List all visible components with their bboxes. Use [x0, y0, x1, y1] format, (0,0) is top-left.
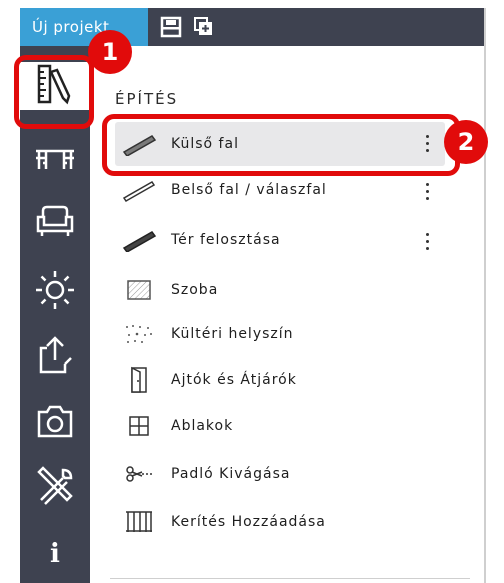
furniture-icon — [33, 141, 77, 179]
tab-furniture[interactable] — [20, 136, 90, 184]
panel-border — [484, 8, 486, 583]
item-label: Ajtók és Átjárók — [171, 372, 297, 388]
tab-decor[interactable] — [20, 200, 90, 248]
camera-icon — [33, 402, 77, 446]
fence-icon — [119, 507, 159, 537]
item-label: Padló Kivágása — [171, 466, 291, 482]
section-title: ÉPÍTÉS — [115, 90, 179, 108]
sun-icon — [33, 268, 77, 316]
item-label: Ablakok — [171, 418, 234, 434]
floor-cut-icon — [119, 459, 159, 489]
copy-icon[interactable] — [192, 16, 214, 38]
space-divider-icon — [119, 225, 159, 255]
tools-icon — [33, 464, 77, 512]
list-item-outdoor[interactable]: Kültéri helyszín — [115, 312, 445, 356]
callout-box-2 — [102, 114, 460, 176]
sofa-icon — [33, 203, 77, 245]
list-item-space-divider[interactable]: Tér felosztása — [115, 218, 445, 262]
list-item-room[interactable]: Szoba — [115, 268, 445, 312]
item-label: Kültéri helyszín — [171, 326, 294, 342]
tab-tools[interactable] — [20, 464, 90, 512]
callout-badge-2: 2 — [444, 120, 488, 164]
window-icon — [119, 411, 159, 441]
tab-lighting[interactable] — [20, 268, 90, 316]
info-icon: i — [50, 539, 60, 569]
item-menu-button[interactable] — [420, 176, 434, 206]
callout-box-1 — [14, 55, 94, 129]
tab-export[interactable] — [20, 332, 90, 380]
item-menu-button[interactable] — [420, 226, 434, 256]
item-label: Szoba — [171, 282, 219, 298]
outdoor-icon — [119, 319, 159, 349]
item-label: Tér felosztása — [171, 232, 281, 248]
room-icon — [119, 275, 159, 305]
list-item-fence[interactable]: Kerítés Hozzáadása — [115, 500, 445, 544]
list-item-floor-cut[interactable]: Padló Kivágása — [115, 452, 445, 496]
divider — [110, 578, 470, 579]
list-item-doors[interactable]: Ajtók és Átjárók — [115, 358, 445, 402]
item-label: Kerítés Hozzáadása — [171, 514, 326, 530]
door-icon — [119, 365, 159, 395]
tab-info[interactable]: i — [20, 530, 90, 578]
inner-wall-icon — [119, 175, 159, 205]
export-icon — [33, 332, 77, 380]
item-label: Belső fal / válaszfal — [171, 182, 327, 198]
list-item-windows[interactable]: Ablakok — [115, 404, 445, 448]
callout-badge-1: 1 — [88, 30, 132, 74]
save-icon[interactable] — [160, 16, 182, 38]
tab-render[interactable] — [20, 400, 90, 448]
